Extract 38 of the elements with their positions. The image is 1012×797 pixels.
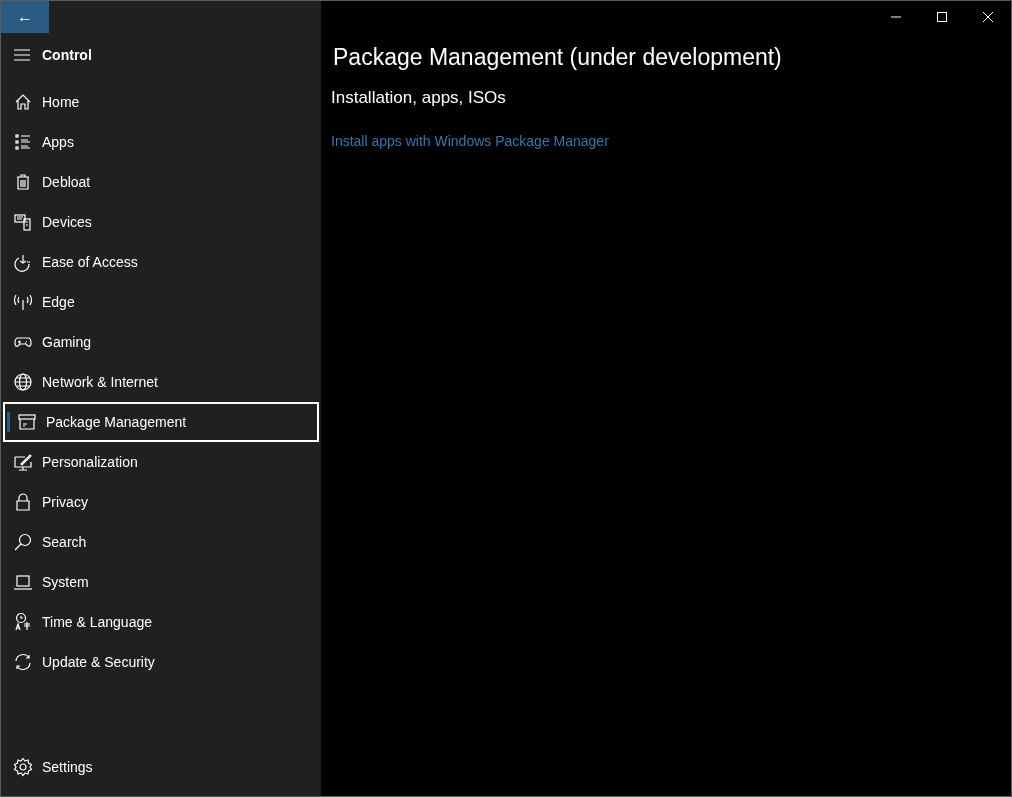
laptop-icon [13,572,33,592]
antenna-icon [13,292,33,312]
sync-icon [13,652,33,672]
keyboard-device-icon [13,212,33,232]
back-button[interactable]: ← [1,1,49,33]
install-apps-link[interactable]: Install apps with Windows Package Manager [331,130,609,152]
nav-item[interactable]: Personalization [1,442,321,482]
nav-item[interactable]: Gaming [1,322,321,362]
settings-item[interactable]: Settings [1,747,321,787]
package-icon [17,412,37,432]
nav-item[interactable]: System [1,562,321,602]
nav-item[interactable]: Edge [1,282,321,322]
nav-item[interactable]: Ease of Access [1,242,321,282]
menu-icon[interactable] [14,49,30,61]
page-title: Package Management (under development) [333,43,782,72]
close-icon [983,12,993,22]
nav-item[interactable]: Time & Language [1,602,321,642]
globe-icon [13,372,33,392]
maximize-icon [937,12,947,22]
nav-item[interactable]: Apps [1,122,321,162]
nav-item[interactable]: Network & Internet [1,362,321,402]
ease-of-access-icon [13,252,33,272]
nav-item[interactable]: Package Management [3,402,319,442]
home-icon [13,92,33,112]
nav-item[interactable]: Devices [1,202,321,242]
clock-letter-icon [13,612,33,632]
lock-icon [13,492,33,512]
monitor-brush-icon [13,452,33,472]
nav-item[interactable]: Debloat [1,162,321,202]
nav-item[interactable]: Search [1,522,321,562]
app-title: Control [42,45,92,65]
section-heading: Installation, apps, ISOs [331,87,506,109]
nav-item[interactable]: Update & Security [1,642,321,682]
search-icon [13,532,33,552]
list-icon [13,132,33,152]
nav-item[interactable]: Privacy [1,482,321,522]
gear-icon [13,757,33,777]
nav-item[interactable]: Home [1,82,321,122]
